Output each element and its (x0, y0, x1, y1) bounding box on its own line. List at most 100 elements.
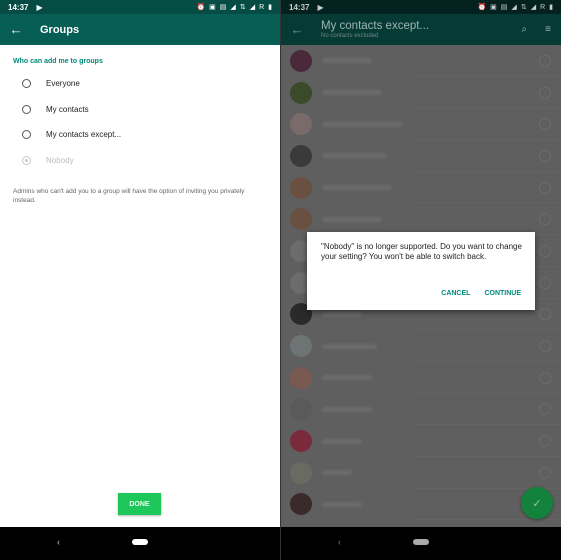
status-bar: 14:37 ▶ ⏰ ▣ ▤ ◢ ⇅ ◢ R ▮ (0, 0, 280, 14)
radio-button[interactable] (22, 79, 31, 89)
option-label: Everyone (46, 79, 80, 89)
contact-name-redacted (322, 121, 402, 127)
status-time: 14:37 (8, 2, 29, 12)
radio-button[interactable] (22, 104, 31, 114)
select-checkbox[interactable] (539, 466, 551, 479)
battery-icon: ▮ (549, 4, 553, 11)
avatar (290, 176, 312, 199)
signal-icon: ◢ (530, 4, 537, 11)
status-icons: ⏰ ▣ ▤ ◢ ⇅ ◢ R ▮ (196, 3, 272, 12)
avatar (290, 49, 312, 72)
select-checkbox[interactable] (539, 403, 551, 416)
confirm-fab[interactable]: ✓ (521, 487, 553, 519)
contact-row[interactable] (281, 489, 561, 521)
contact-row[interactable] (281, 425, 561, 457)
select-checkbox[interactable] (539, 308, 551, 321)
roaming-label: R (540, 3, 546, 11)
contact-name-redacted (322, 311, 362, 317)
select-checkbox[interactable] (539, 118, 551, 131)
contact-picker-screen: 14:37 ▶ ⏰ ▣ ▤ ◢ ⇅ ◢ R ▮ ← My contacts ex… (281, 0, 561, 560)
radio-button-checked-disabled (22, 155, 31, 165)
contact-name-redacted (322, 153, 387, 159)
contact-row[interactable] (281, 108, 561, 141)
contact-name-redacted (322, 343, 377, 349)
contact-name-redacted (322, 406, 372, 412)
contact-name-redacted (322, 216, 382, 222)
avatar (290, 81, 312, 104)
select-checkbox[interactable] (539, 86, 551, 99)
contact-row[interactable] (281, 394, 561, 426)
nav-home-pill[interactable] (132, 539, 148, 545)
play-store-icon: ▶ (36, 2, 43, 12)
cancel-button[interactable]: CANCEL (441, 290, 470, 297)
select-checkbox[interactable] (539, 54, 551, 67)
select-checkbox[interactable] (539, 435, 551, 448)
status-time: 14:37 (289, 2, 310, 12)
back-arrow-icon[interactable]: ← (281, 22, 313, 37)
avatar (290, 208, 312, 231)
nav-back-icon[interactable]: ‹ (57, 537, 60, 547)
contact-row[interactable] (281, 45, 561, 77)
radio-button[interactable] (22, 130, 31, 140)
roaming-label: R (259, 3, 265, 11)
option-my-contacts[interactable]: My contacts (22, 97, 280, 123)
vibrate-icon: ▣ (490, 4, 497, 11)
app-toolbar: ← Groups (0, 14, 280, 45)
battery-icon: ▮ (268, 4, 272, 11)
signal-icon: ◢ (511, 4, 517, 11)
title-block: My contacts except... No contacts exclud… (321, 20, 429, 39)
contact-row[interactable] (281, 203, 561, 236)
status-bar: 14:37 ▶ ⏰ ▣ ▤ ◢ ⇅ ◢ R ▮ (281, 0, 561, 14)
select-checkbox[interactable] (539, 371, 551, 384)
option-my-contacts-except[interactable]: My contacts except... (22, 122, 280, 148)
alarm-icon: ⏰ (477, 4, 487, 11)
avatar (290, 144, 312, 167)
data-icon: ⇅ (239, 4, 246, 11)
nav-home-pill[interactable] (413, 539, 429, 545)
check-icon: ✓ (532, 497, 542, 510)
row-divider (414, 519, 561, 521)
groups-privacy-screen: 14:37 ▶ ⏰ ▣ ▤ ◢ ⇅ ◢ R ▮ ← Groups Who can… (0, 0, 280, 560)
back-arrow-icon[interactable]: ← (0, 22, 32, 37)
contact-row[interactable] (281, 457, 561, 489)
page-title: My contacts except... (321, 20, 430, 32)
select-checkbox[interactable] (539, 149, 551, 162)
contact-row[interactable] (281, 77, 561, 109)
dialog-message: "Nobody" is no longer supported. Do you … (321, 242, 522, 261)
contact-name-redacted (322, 58, 372, 64)
sim-icon: ▤ (219, 4, 227, 11)
avatar (290, 430, 312, 453)
select-all-icon[interactable]: ≡ (545, 24, 551, 35)
system-nav-bar: ‹ (0, 527, 280, 560)
avatar (290, 366, 312, 389)
continue-button[interactable]: CONTINUE (484, 290, 521, 297)
avatar (290, 113, 312, 136)
contact-name-redacted (322, 375, 372, 381)
search-icon[interactable]: ⌕ (522, 24, 528, 35)
option-label: My contacts (46, 104, 89, 114)
contact-row[interactable] (281, 172, 561, 204)
select-checkbox[interactable] (539, 181, 551, 194)
contact-row[interactable] (281, 330, 561, 362)
option-everyone[interactable]: Everyone (22, 71, 280, 97)
section-title: Who can add me to groups (13, 58, 103, 65)
dialog-actions: CANCEL CONTINUE (441, 290, 521, 297)
avatar (290, 398, 312, 421)
done-button[interactable]: DONE (118, 493, 161, 515)
contact-name-redacted (322, 470, 352, 476)
option-nobody: Nobody (22, 148, 280, 174)
contact-row[interactable] (281, 362, 561, 394)
option-label: Nobody (46, 155, 74, 165)
avatar (290, 335, 312, 358)
status-icons: ⏰ ▣ ▤ ◢ ⇅ ◢ R ▮ (477, 3, 553, 12)
select-checkbox[interactable] (539, 340, 551, 353)
select-checkbox[interactable] (539, 276, 551, 289)
select-checkbox[interactable] (539, 213, 551, 226)
contact-name-redacted (322, 90, 382, 96)
toolbar-actions: ⌕ ≡ (522, 24, 551, 35)
nav-back-icon[interactable]: ‹ (338, 537, 341, 547)
play-store-icon: ▶ (317, 2, 324, 12)
contact-name-redacted (322, 185, 392, 191)
contact-row[interactable] (281, 140, 561, 172)
select-checkbox[interactable] (539, 244, 551, 257)
